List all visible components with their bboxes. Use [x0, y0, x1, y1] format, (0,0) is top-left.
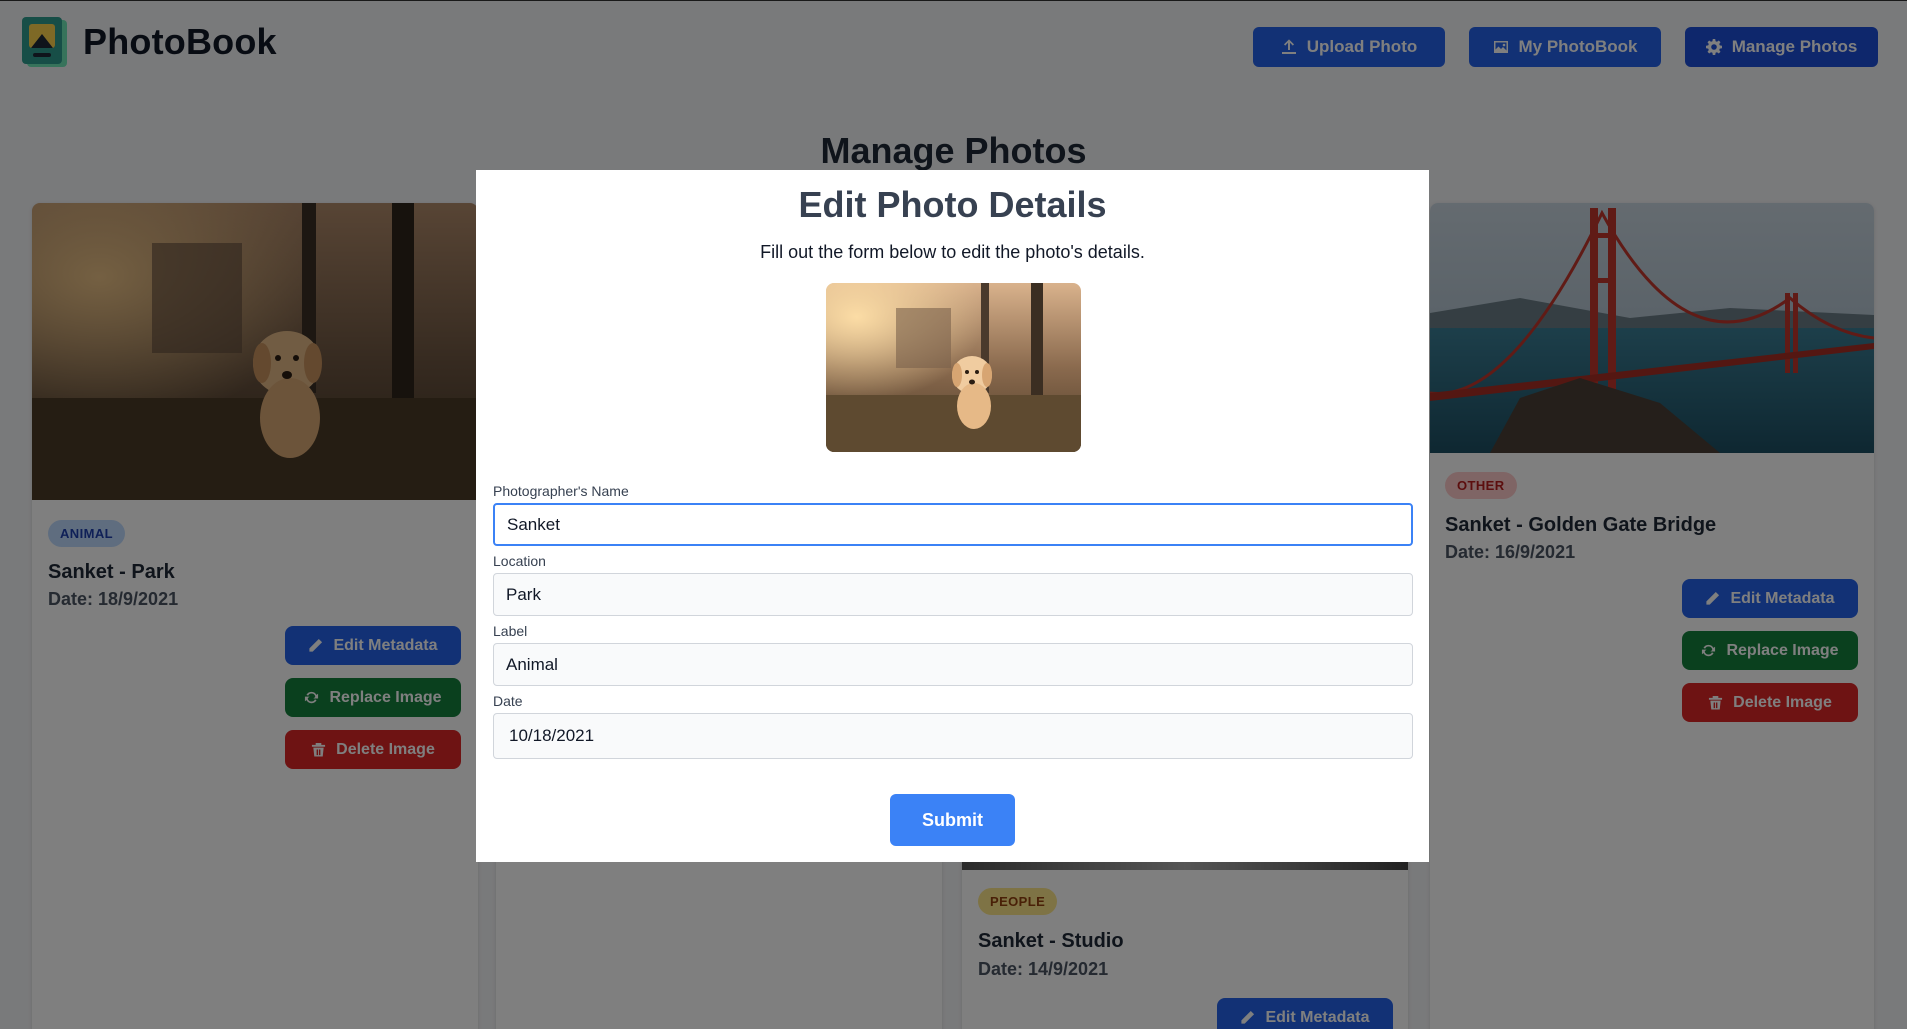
label-input[interactable]	[493, 643, 1413, 686]
date-input[interactable]	[493, 713, 1413, 759]
modal-title: Edit Photo Details	[798, 184, 1107, 225]
photo-preview	[826, 283, 1081, 452]
modal-subtitle: Fill out the form below to edit the phot…	[760, 242, 1145, 262]
edit-photo-modal: Edit Photo Details Fill out the form bel…	[476, 170, 1429, 862]
submit-button[interactable]: Submit	[890, 794, 1015, 846]
date-label: Date	[493, 693, 523, 709]
location-label: Location	[493, 553, 546, 569]
photographer-name-input[interactable]	[493, 503, 1413, 546]
photographer-name-label: Photographer's Name	[493, 483, 629, 499]
location-input[interactable]	[493, 573, 1413, 616]
label-field-label: Label	[493, 623, 528, 639]
